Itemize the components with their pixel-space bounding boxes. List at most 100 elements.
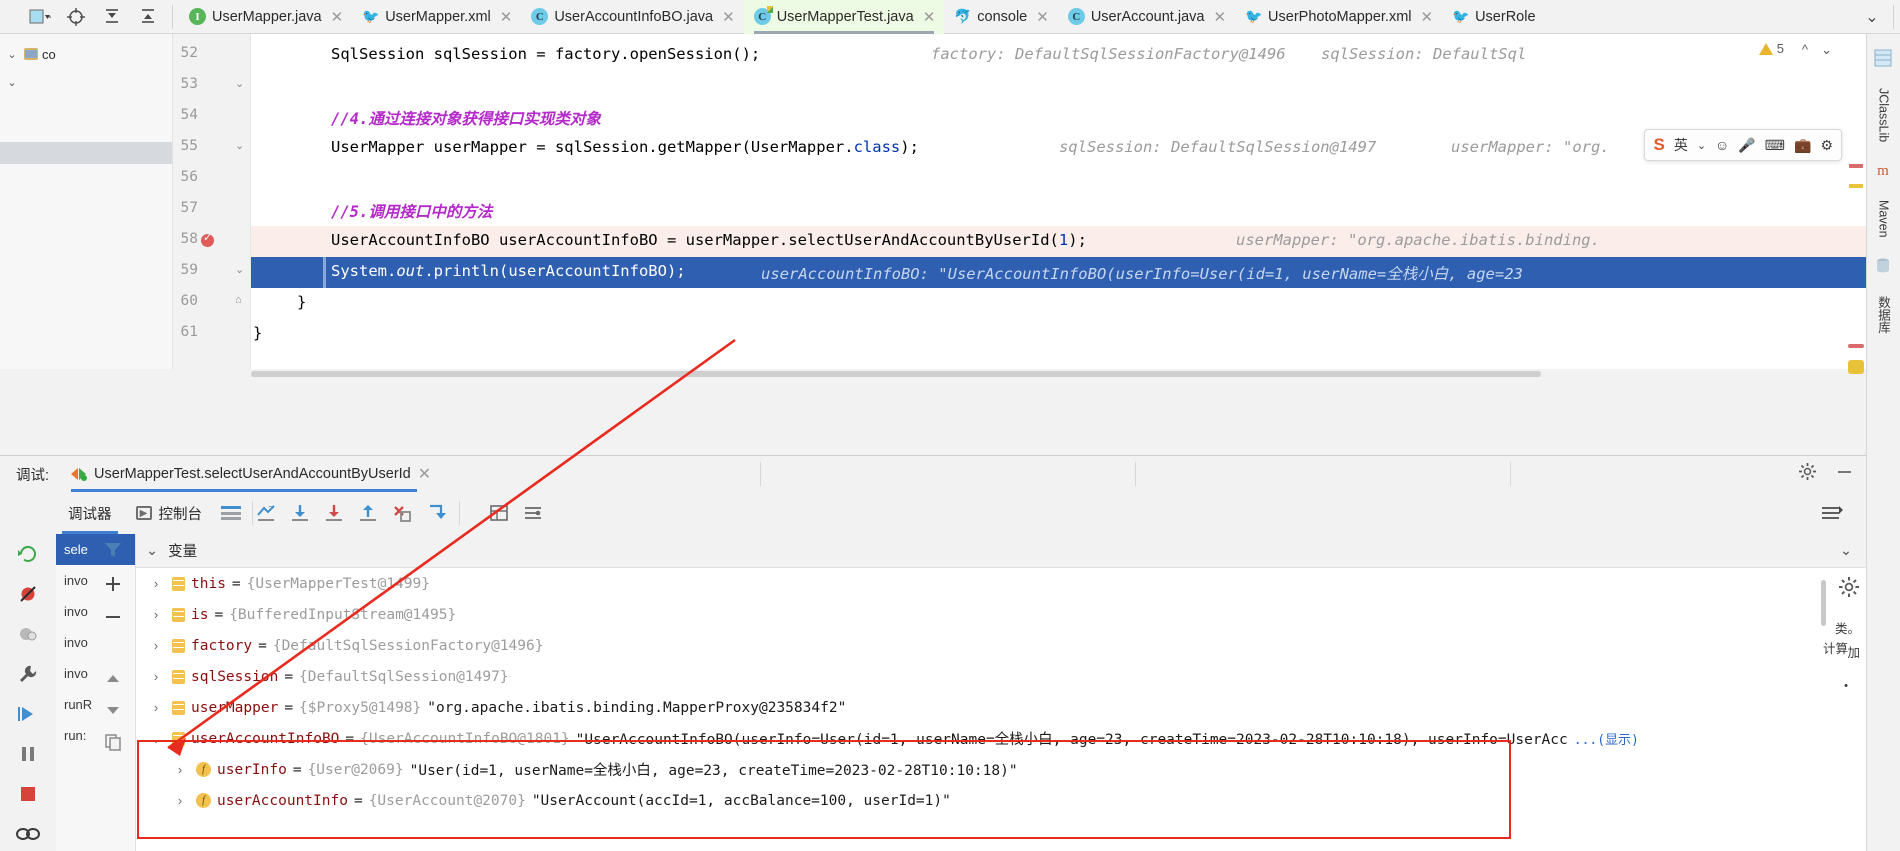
filter-icon[interactable]: [103, 540, 123, 565]
close-icon[interactable]: ✕: [1421, 8, 1434, 26]
collapse-all-icon[interactable]: [130, 2, 166, 32]
grid-icon[interactable]: [1873, 48, 1895, 70]
code-line[interactable]: //4.通过连接对象获得接口实现类对象: [251, 102, 1866, 133]
variable-row[interactable]: › this = {UserMapperTest@1499}: [136, 568, 1866, 599]
move-up-icon[interactable]: [104, 671, 122, 692]
project-tree-pane[interactable]: ⌄ co ⌄: [0, 34, 173, 369]
variable-row[interactable]: › sqlSession = {DefaultSqlSession@1497}: [136, 661, 1866, 692]
editor-horizontal-scrollbar[interactable]: [251, 369, 1551, 379]
close-icon[interactable]: ✕: [722, 8, 735, 26]
settings-layout-icon[interactable]: [516, 492, 550, 534]
drop-frame-icon[interactable]: [419, 492, 453, 534]
show-execution-point-icon[interactable]: [249, 492, 283, 534]
variable-row[interactable]: › f userAccountInfo = {UserAccount@2070} "Use…: [136, 785, 1866, 816]
code-line[interactable]: [251, 164, 1866, 195]
code-line[interactable]: SqlSession sqlSession = factory.openSess…: [251, 40, 1866, 71]
jclasslib-tool[interactable]: JClassLib: [1877, 82, 1891, 148]
debug-session-tab[interactable]: UserMapperTest.selectUserAndAccountByUse…: [71, 456, 441, 492]
fold-chevron-icon[interactable]: ⌄: [235, 77, 244, 90]
editor-tab-useraccount-java[interactable]: C UserAccount.java ✕: [1058, 0, 1235, 34]
fold-marker-icon[interactable]: ⌂: [235, 294, 242, 306]
show-full-value-link[interactable]: ...(显示): [1574, 729, 1639, 748]
close-icon[interactable]: ✕: [1036, 8, 1049, 26]
close-icon[interactable]: ✕: [1213, 8, 1226, 26]
stop-icon[interactable]: [14, 780, 42, 808]
code-content[interactable]: SqlSession sqlSession = factory.openSess…: [251, 34, 1866, 369]
variable-row[interactable]: › userMapper = {$Proxy5@1498} "org.apache.ib…: [136, 692, 1866, 723]
chevron-right-icon[interactable]: ›: [146, 576, 166, 591]
variables-scrollbar-thumb[interactable]: [1821, 580, 1826, 626]
input-method-bar[interactable]: S 英 ⌄ ☺ 🎤 ⌨ 💼 ⚙: [1644, 129, 1842, 161]
project-tree-row[interactable]: ⌄ co: [0, 40, 172, 68]
chevron-down-icon[interactable]: ⌄: [146, 543, 158, 559]
code-line[interactable]: [251, 71, 1866, 102]
editor-tab-usermapper-java[interactable]: I UserMapper.java ✕: [179, 0, 352, 34]
variable-row[interactable]: › factory = {DefaultSqlSessionFactory@1496}: [136, 630, 1866, 661]
add-watch-icon[interactable]: [104, 575, 122, 598]
fold-chevron-icon[interactable]: ⌄: [235, 263, 244, 276]
chevron-down-icon[interactable]: ⌄: [1697, 139, 1706, 152]
chevron-right-icon[interactable]: ›: [146, 638, 166, 653]
close-icon[interactable]: ✕: [923, 8, 936, 26]
tabs-overflow-button[interactable]: ⌄: [1857, 7, 1887, 27]
breakpoint-icon[interactable]: [201, 231, 214, 247]
remove-watch-icon[interactable]: [104, 608, 122, 631]
resume-icon[interactable]: [14, 700, 42, 728]
mic-icon[interactable]: 🎤: [1738, 137, 1755, 154]
smiley-icon[interactable]: ☺: [1715, 137, 1729, 153]
chevron-right-icon[interactable]: ›: [170, 793, 190, 808]
editor-tab-console[interactable]: 🐬 console ✕: [944, 0, 1058, 34]
variables-expand-icon[interactable]: ⌄: [1840, 543, 1866, 559]
evaluate-expression-icon[interactable]: [482, 492, 516, 534]
fold-chevron-icon[interactable]: ⌄: [235, 139, 244, 152]
chevron-right-icon[interactable]: ›: [170, 762, 190, 777]
variable-row[interactable]: › f userInfo = {User@2069} "User(id=1, userNa…: [136, 754, 1866, 785]
chevron-down-icon[interactable]: ⌄: [146, 731, 166, 747]
threads-icon[interactable]: [14, 820, 42, 848]
settings-wrench-icon[interactable]: [14, 660, 42, 688]
chevron-right-icon[interactable]: ›: [146, 669, 166, 684]
inspection-warning-badge[interactable]: 5: [1758, 41, 1784, 56]
next-problem-icon[interactable]: ⌄: [1821, 42, 1832, 58]
variables-tree[interactable]: › this = {UserMapperTest@1499} › is = {Buffered…: [136, 568, 1866, 851]
variable-row[interactable]: ⌄ userAccountInfoBO = {UserAccountInfoBO@18…: [136, 723, 1866, 754]
keyboard-icon[interactable]: ⌨: [1765, 137, 1785, 154]
minimize-icon[interactable]: [1835, 462, 1854, 486]
toolbox-icon[interactable]: 💼: [1794, 137, 1811, 154]
scrollbar-thumb[interactable]: [251, 371, 1541, 377]
code-line[interactable]: UserMapper userMapper = sqlSession.getMa…: [251, 133, 1866, 164]
editor-tab-usermapper-xml[interactable]: 🐦 UserMapper.xml ✕: [352, 0, 521, 34]
previous-problem-icon[interactable]: ^: [1802, 42, 1808, 57]
copy-icon[interactable]: [104, 733, 122, 756]
chevron-down-icon[interactable]: ⌄: [4, 76, 20, 89]
variables-settings-gear-icon[interactable]: [1838, 576, 1860, 603]
project-widget-icon[interactable]: [22, 2, 58, 32]
view-breakpoints-icon[interactable]: [14, 620, 42, 648]
close-icon[interactable]: ✕: [331, 8, 344, 26]
force-step-into-icon[interactable]: [385, 492, 419, 534]
variable-row[interactable]: › is = {BufferedInputStream@1495}: [136, 599, 1866, 630]
tab-debugger[interactable]: 调试器: [56, 492, 124, 534]
editor-tab-userphotomapper-xml[interactable]: 🐦 UserPhotoMapper.xml ✕: [1235, 0, 1442, 34]
editor-tab-usermappertest-java[interactable]: C UserMapperTest.java ✕: [743, 0, 945, 34]
settings-icon[interactable]: ⚙: [1820, 137, 1833, 154]
code-line[interactable]: UserAccountInfoBO userAccountInfoBO = us…: [251, 226, 1866, 257]
close-icon[interactable]: ✕: [500, 8, 513, 26]
code-line[interactable]: //5.调用接口中的方法: [251, 195, 1866, 226]
expand-all-icon[interactable]: [94, 2, 130, 32]
rerun-icon[interactable]: [14, 540, 42, 568]
locate-icon[interactable]: [58, 2, 94, 32]
editor-tab-useraccountinfobo-java[interactable]: C UserAccountInfoBO.java ✕: [521, 0, 743, 34]
database-tool[interactable]: 数据库: [1874, 290, 1893, 340]
project-tree-row[interactable]: ⌄: [0, 68, 172, 96]
layout-lines-icon[interactable]: [214, 492, 248, 534]
close-icon[interactable]: ✕: [418, 464, 431, 484]
ime-language-label[interactable]: 英: [1674, 135, 1688, 155]
toolbar-menu-icon[interactable]: [1814, 492, 1848, 534]
step-over-icon[interactable]: [283, 492, 317, 534]
move-down-icon[interactable]: [104, 702, 122, 723]
maven-m-icon[interactable]: m: [1873, 160, 1895, 182]
code-line[interactable]: }: [251, 319, 1866, 350]
step-into-icon[interactable]: [317, 492, 351, 534]
step-out-icon[interactable]: [351, 492, 385, 534]
